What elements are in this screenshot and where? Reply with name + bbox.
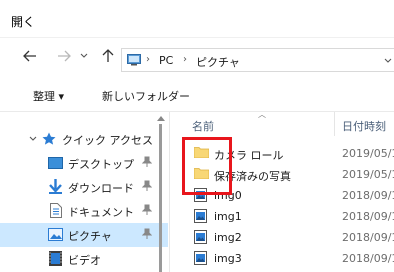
nav-item-videos[interactable]: ビデオ [0, 247, 168, 271]
scroll-up-arrow-icon[interactable] [157, 116, 165, 121]
file-date: 2019/05/1 [342, 168, 394, 181]
nav-item-desktop[interactable]: デスクトップ [0, 151, 168, 175]
image-file-icon [194, 209, 207, 223]
nav-label: デスクトップ [68, 158, 134, 171]
pin-icon[interactable] [142, 228, 152, 240]
nav-label: ダウンロード [68, 182, 134, 195]
pin-icon[interactable] [142, 204, 152, 216]
pin-icon[interactable] [142, 156, 152, 168]
arrow-right-icon [58, 50, 71, 62]
desktop-icon [48, 157, 63, 169]
file-name: img3 [214, 252, 242, 265]
chevron-down-icon[interactable] [29, 136, 37, 142]
title-bar: 開く [0, 0, 394, 38]
file-name: img2 [214, 231, 242, 244]
file-row[interactable]: img2 2018/09/1 [172, 227, 394, 249]
nav-item-documents[interactable]: ドキュメント [0, 199, 168, 223]
new-folder-button[interactable]: 新しいフォルダー [102, 88, 190, 104]
file-row[interactable]: img3 2018/09/1 [172, 248, 394, 270]
nav-label: クイック アクセス [62, 134, 153, 147]
document-icon [50, 203, 62, 218]
pc-icon [127, 54, 141, 66]
back-button[interactable] [18, 44, 42, 68]
chevron-down-icon [80, 53, 88, 58]
download-icon [49, 179, 62, 194]
nav-label: ピクチャ [68, 230, 112, 243]
up-button[interactable] [96, 44, 120, 68]
address-bar[interactable]: › PC › ピクチャ [121, 48, 394, 72]
navigation-scrollbar[interactable] [154, 112, 168, 272]
command-bar: 整理 ▾ 新しいフォルダー [0, 78, 394, 112]
address-row: › PC › ピクチャ [0, 38, 394, 78]
pictures-icon [48, 228, 63, 241]
image-file-icon [194, 230, 207, 244]
scrollbar-thumb[interactable] [159, 124, 162, 272]
forward-button[interactable] [52, 44, 76, 68]
column-header-row: ︿ 名前 日付時刻 [172, 110, 394, 136]
nav-label: ビデオ [68, 254, 101, 267]
nav-item-pictures[interactable]: ピクチャ [0, 223, 168, 247]
sort-ascending-icon: ︿ [258, 110, 266, 119]
nav-item-downloads[interactable]: ダウンロード [0, 175, 168, 199]
column-divider[interactable] [334, 112, 335, 136]
recent-locations-button[interactable] [77, 44, 91, 68]
arrow-left-icon [23, 50, 36, 62]
file-date: 2018/09/1 [342, 231, 394, 244]
file-date: 2018/09/1 [342, 189, 394, 202]
breadcrumb-separator: › [146, 54, 150, 65]
image-file-icon [194, 251, 207, 265]
file-row[interactable]: img1 2018/09/1 [172, 206, 394, 228]
pin-icon[interactable] [142, 180, 152, 192]
breadcrumb-pictures[interactable]: ピクチャ [196, 54, 240, 70]
organize-button[interactable]: 整理 ▾ [33, 88, 64, 104]
nav-item-quick-access[interactable]: クイック アクセス [0, 127, 168, 151]
file-date: 2019/05/1 [342, 147, 394, 160]
breadcrumb-pc[interactable]: PC [159, 54, 173, 67]
file-name: img1 [214, 210, 242, 223]
arrow-up-icon [102, 49, 114, 62]
column-header-name[interactable]: 名前 [192, 118, 214, 134]
video-icon [49, 251, 62, 266]
chevron-down-icon[interactable] [384, 58, 392, 64]
star-icon [42, 132, 56, 145]
file-date: 2018/09/1 [342, 252, 394, 265]
column-header-date[interactable]: 日付時刻 [342, 118, 386, 134]
breadcrumb-separator: › [183, 54, 187, 65]
annotation-highlight-box [182, 137, 232, 195]
navigation-pane: クイック アクセス デスクトップ ダウンロード ドキュメント ピクチャ ビデオ [0, 112, 170, 272]
nav-label: ドキュメント [68, 206, 134, 219]
window-title: 開く [11, 15, 36, 29]
file-date: 2018/09/1 [342, 210, 394, 223]
